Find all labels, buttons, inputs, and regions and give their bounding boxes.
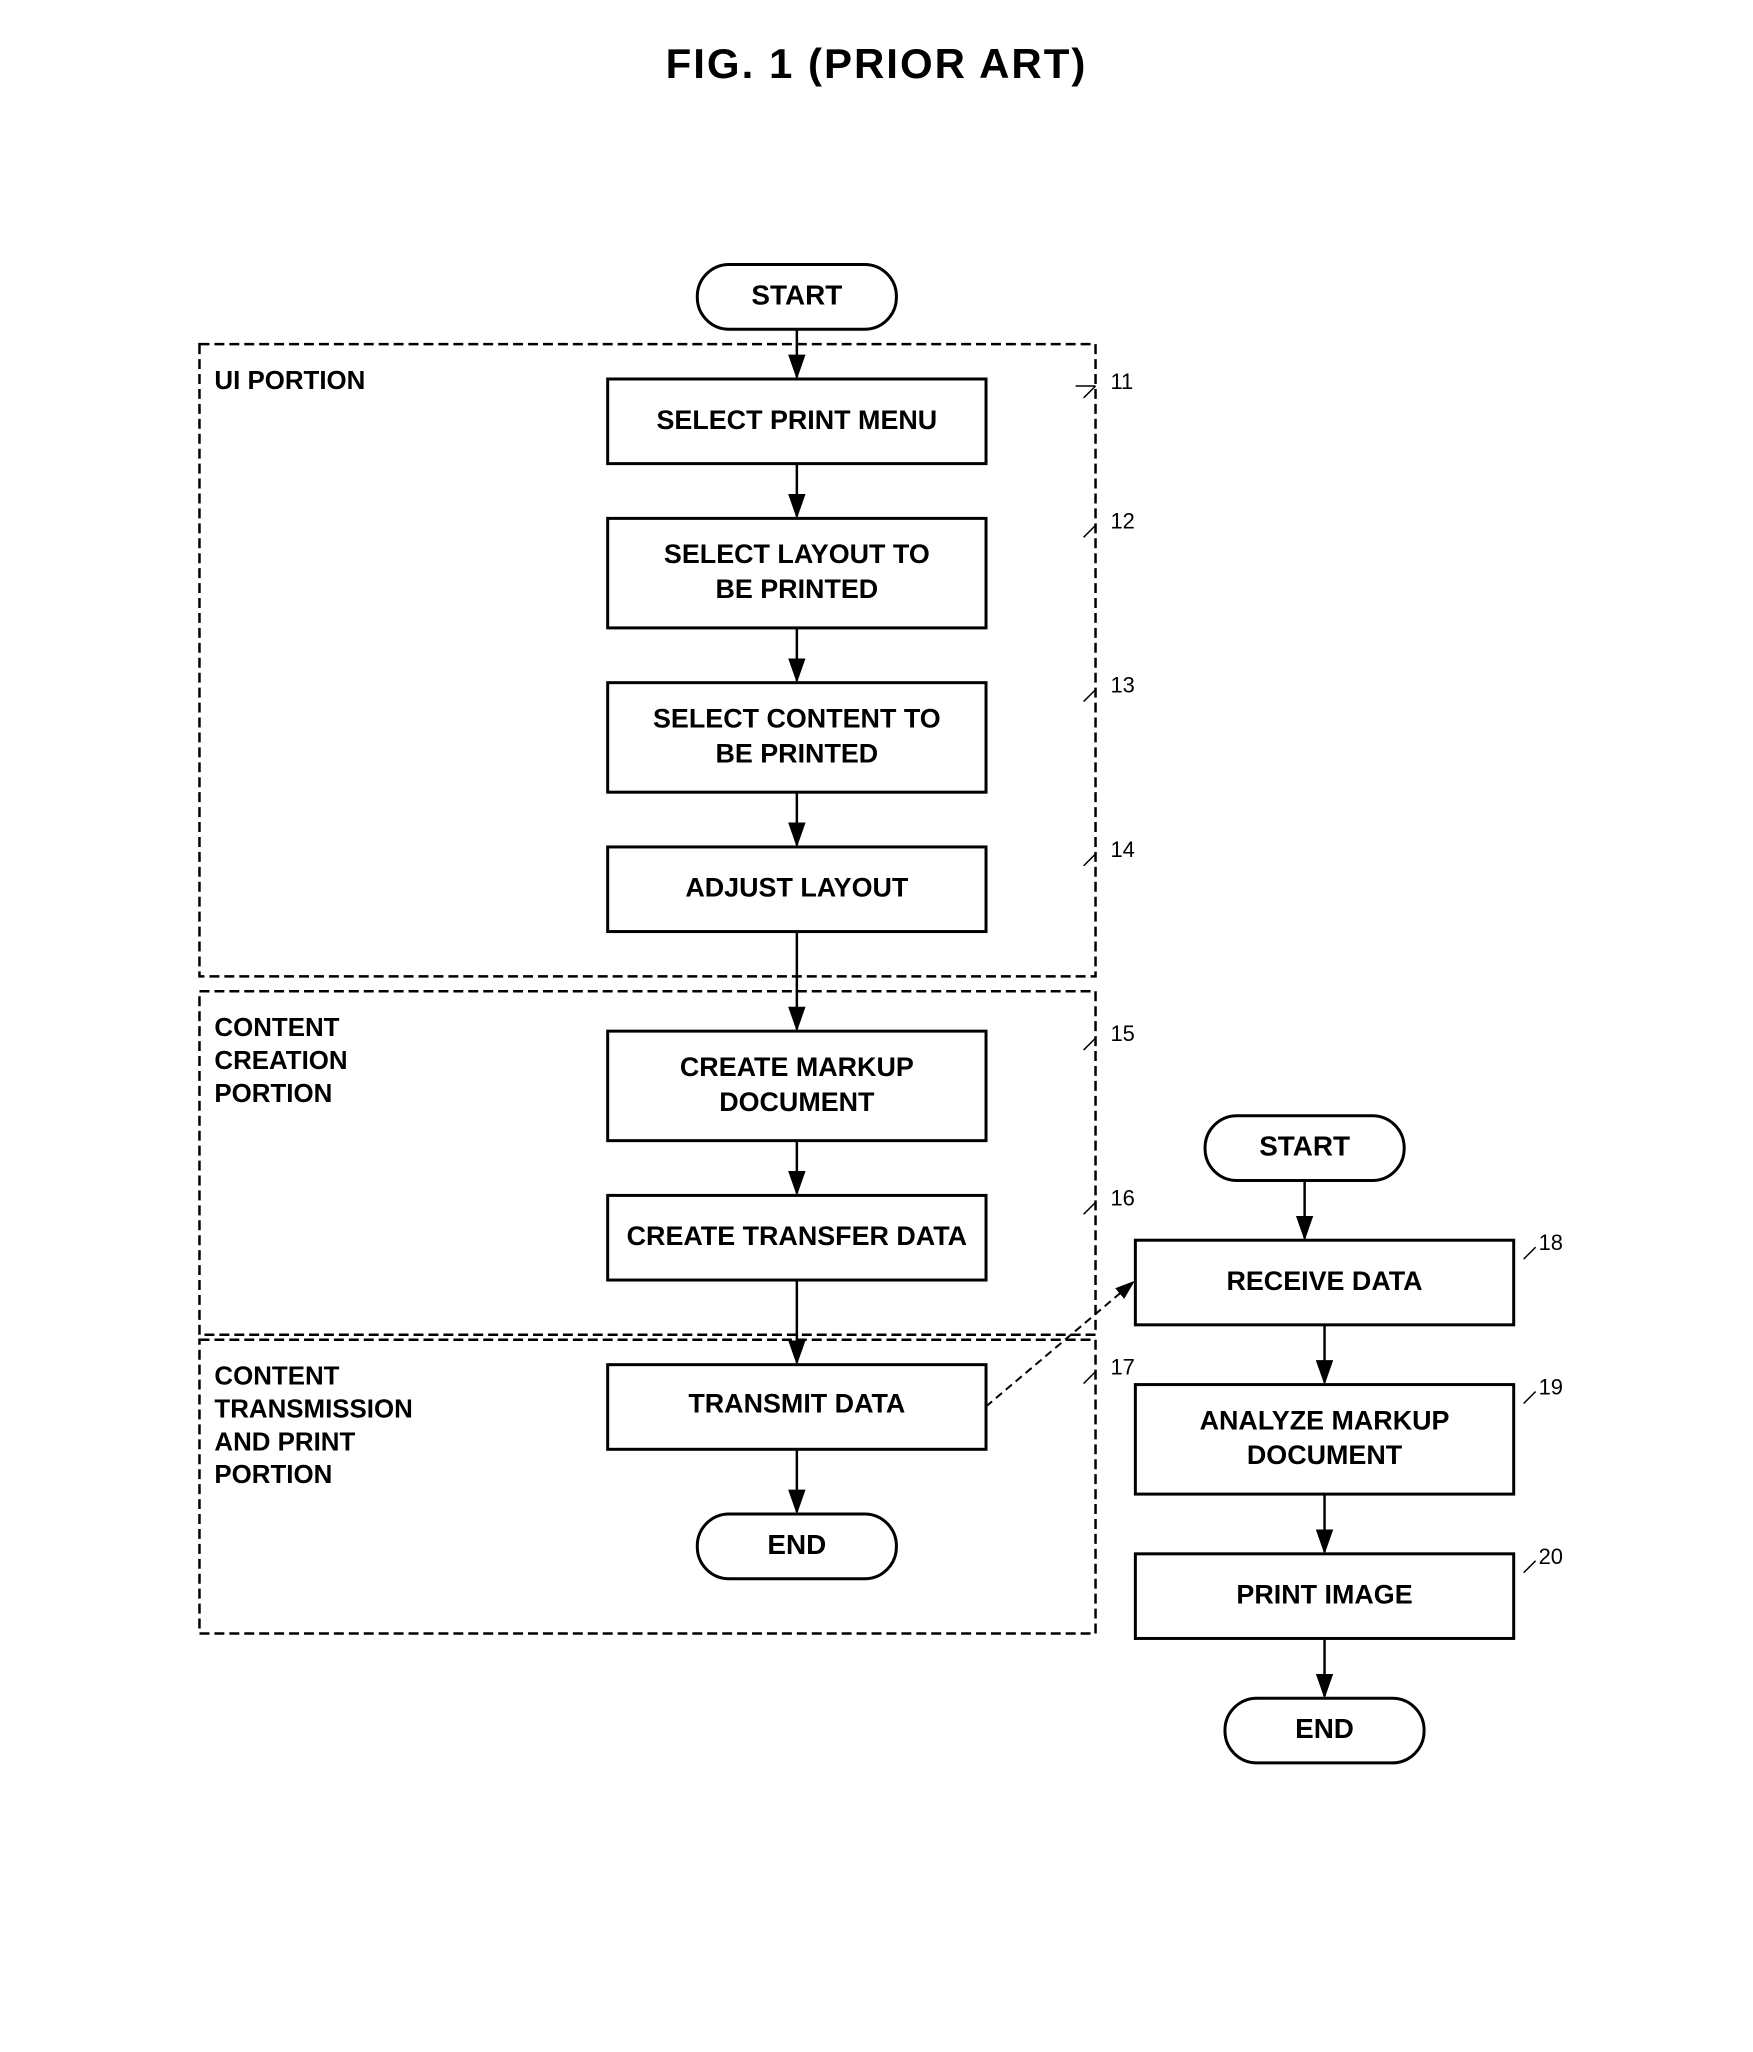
svg-text:TRANSMISSION: TRANSMISSION	[214, 1395, 412, 1423]
svg-text:SELECT PRINT MENU: SELECT PRINT MENU	[656, 405, 937, 435]
svg-text:CREATE MARKUP: CREATE MARKUP	[680, 1052, 914, 1082]
svg-text:PORTION: PORTION	[214, 1461, 332, 1489]
svg-text:DOCUMENT: DOCUMENT	[1247, 1440, 1403, 1470]
svg-text:BE PRINTED: BE PRINTED	[715, 574, 878, 604]
svg-text:START: START	[751, 279, 842, 310]
svg-text:15: 15	[1110, 1021, 1134, 1046]
diagram-container: START SELECT PRINT MENU 11 SELECT LAYOUT…	[80, 110, 1673, 2012]
svg-text:14: 14	[1110, 837, 1134, 862]
svg-text:18: 18	[1539, 1230, 1563, 1255]
svg-text:TRANSMIT DATA: TRANSMIT DATA	[688, 1388, 905, 1418]
svg-text:CONTENT: CONTENT	[214, 1014, 339, 1042]
svg-text:SELECT LAYOUT TO: SELECT LAYOUT TO	[664, 539, 930, 569]
svg-text:START: START	[1259, 1131, 1350, 1162]
page-title: FIG. 1 (PRIOR ART)	[0, 0, 1753, 88]
svg-text:ANALYZE MARKUP: ANALYZE MARKUP	[1200, 1405, 1450, 1435]
svg-text:PRINT IMAGE: PRINT IMAGE	[1236, 1580, 1412, 1610]
svg-text:20: 20	[1539, 1544, 1563, 1569]
svg-text:BE PRINTED: BE PRINTED	[715, 738, 878, 768]
svg-text:DOCUMENT: DOCUMENT	[719, 1087, 875, 1117]
svg-text:17: 17	[1110, 1355, 1134, 1380]
svg-text:CONTENT: CONTENT	[214, 1363, 339, 1391]
svg-text:SELECT CONTENT TO: SELECT CONTENT TO	[653, 703, 941, 733]
svg-text:PORTION: PORTION	[214, 1080, 332, 1108]
svg-text:UI PORTION: UI PORTION	[214, 367, 365, 395]
svg-text:END: END	[767, 1529, 826, 1560]
svg-text:13: 13	[1110, 673, 1134, 698]
svg-text:16: 16	[1110, 1185, 1134, 1210]
svg-text:12: 12	[1110, 508, 1134, 533]
svg-text:RECEIVE DATA: RECEIVE DATA	[1226, 1266, 1422, 1296]
svg-text:19: 19	[1539, 1375, 1563, 1400]
svg-text:AND PRINT: AND PRINT	[214, 1428, 355, 1456]
svg-text:11: 11	[1110, 369, 1133, 394]
svg-text:CREATION: CREATION	[214, 1047, 347, 1075]
svg-text:CREATE TRANSFER DATA: CREATE TRANSFER DATA	[627, 1221, 967, 1251]
svg-text:END: END	[1295, 1713, 1354, 1744]
svg-text:ADJUST LAYOUT: ADJUST LAYOUT	[685, 873, 909, 903]
